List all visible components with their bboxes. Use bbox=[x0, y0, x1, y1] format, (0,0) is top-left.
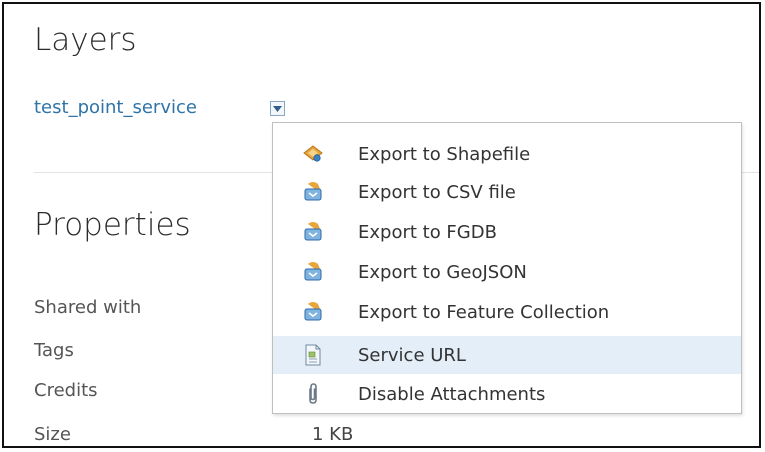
menu-item-label: Export to GeoJSON bbox=[358, 261, 527, 283]
layers-heading: Layers bbox=[34, 22, 137, 58]
menu-item-label: Export to CSV file bbox=[358, 181, 516, 203]
menu-item-export-geojson[interactable]: Export to GeoJSON bbox=[273, 253, 741, 291]
prop-label-credits: Credits bbox=[34, 380, 98, 401]
menu-item-label: Export to Shapefile bbox=[358, 143, 531, 165]
menu-item-label: Service URL bbox=[358, 344, 466, 366]
layer-name-link[interactable]: test_point_service bbox=[34, 97, 197, 118]
menu-item-service-url[interactable]: Service URL bbox=[273, 336, 741, 374]
export-icon bbox=[301, 180, 325, 204]
layer-options-dropdown-button[interactable] bbox=[270, 101, 285, 116]
menu-item-label: Export to FGDB bbox=[358, 221, 497, 243]
document-icon bbox=[301, 343, 325, 367]
prop-label-tags: Tags bbox=[34, 340, 74, 361]
menu-item-label: Export to Feature Collection bbox=[358, 301, 610, 323]
prop-label-size: Size bbox=[34, 424, 71, 445]
chevron-down-icon bbox=[273, 105, 282, 112]
menu-item-export-shapefile[interactable]: Export to Shapefile bbox=[273, 135, 741, 173]
properties-heading: Properties bbox=[34, 207, 191, 243]
menu-item-export-feature-collection[interactable]: Export to Feature Collection bbox=[273, 293, 741, 331]
menu-item-export-fgdb[interactable]: Export to FGDB bbox=[273, 213, 741, 251]
layer-details-panel: Layers test_point_service Properties Sha… bbox=[2, 2, 761, 448]
shapefile-export-icon bbox=[301, 142, 325, 166]
menu-item-label: Disable Attachments bbox=[358, 383, 546, 405]
export-icon bbox=[301, 220, 325, 244]
menu-item-disable-attachments[interactable]: Disable Attachments bbox=[273, 375, 741, 413]
export-icon bbox=[301, 300, 325, 324]
menu-item-export-csv[interactable]: Export to CSV file bbox=[273, 173, 741, 211]
paperclip-icon bbox=[301, 382, 325, 406]
prop-label-shared-with: Shared with bbox=[34, 297, 142, 318]
prop-value-size: 1 KB bbox=[312, 424, 354, 445]
layer-options-menu: Export to Shapefile Export to CSV file E… bbox=[272, 122, 742, 414]
export-icon bbox=[301, 260, 325, 284]
